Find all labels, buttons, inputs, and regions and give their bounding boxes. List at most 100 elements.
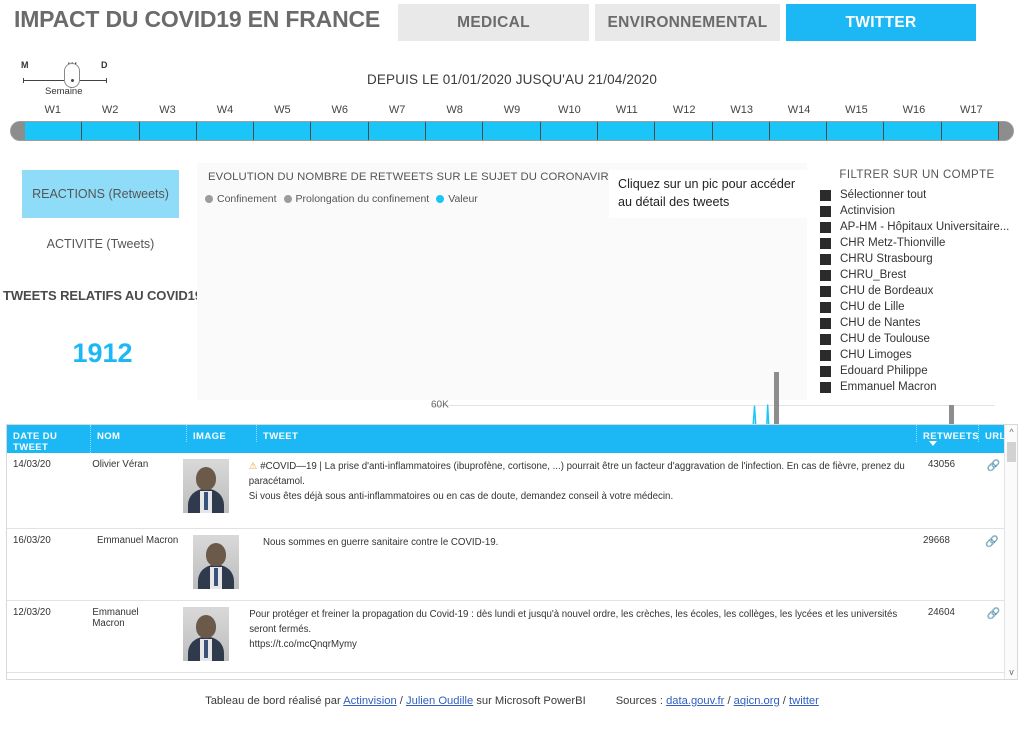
- week-label-w9: W9: [503, 104, 521, 116]
- cell-date: 16/03/20: [13, 535, 51, 546]
- metric-button-activite[interactable]: ACTIVITE (Tweets): [22, 230, 179, 258]
- week-segment-w10[interactable]: [541, 122, 598, 140]
- week-segment-w16[interactable]: [884, 122, 942, 140]
- checkbox-icon[interactable]: [820, 381, 831, 393]
- table-row[interactable]: 12/03/20 Emmanuel Macron Pour protéger et …: [7, 601, 1017, 673]
- scroll-up-icon[interactable]: ^: [1005, 425, 1017, 439]
- checkbox-icon[interactable]: [820, 333, 831, 345]
- filter-item[interactable]: CHU de Bordeaux: [812, 283, 1022, 299]
- checkbox-icon[interactable]: [820, 237, 831, 249]
- checkbox-icon[interactable]: [820, 221, 831, 233]
- filter-item[interactable]: Emmanuel Macron: [812, 379, 1022, 395]
- checkbox-icon[interactable]: [820, 349, 831, 361]
- footer-sources-label: Sources :: [615, 695, 667, 707]
- tweet-text-line-1: Pour protéger et freiner la propagation …: [249, 609, 898, 636]
- footer-link-actinvision[interactable]: Actinvision: [343, 695, 396, 707]
- week-segment-w6[interactable]: [311, 122, 369, 140]
- week-segment-w12[interactable]: [655, 122, 713, 140]
- filter-item-list: Sélectionner tout Actinvision AP-HM - Hôpi…: [812, 187, 1022, 395]
- filter-item[interactable]: CHU de Toulouse: [812, 331, 1022, 347]
- week-segment-w3[interactable]: [140, 122, 197, 140]
- tweet-text-line-1: ⚠ #COVID—19 | La prise d'anti-inflammato…: [248, 461, 905, 488]
- link-icon[interactable]: 🔗: [985, 536, 999, 548]
- checkbox-icon[interactable]: [820, 189, 831, 201]
- table-scrollbar[interactable]: ^ v: [1004, 425, 1017, 679]
- week-slider-handle-left[interactable]: [11, 122, 25, 140]
- tweet-text-line-2: Si vous êtes déjà sous anti-inflammatoir…: [248, 491, 674, 503]
- filter-item[interactable]: CHRU Strasbourg: [812, 251, 1022, 267]
- week-slider[interactable]: [10, 121, 1014, 141]
- column-header-image[interactable]: IMAGE: [187, 425, 257, 442]
- filter-item[interactable]: CHU de Lille: [812, 299, 1022, 315]
- footer-link-twitter[interactable]: twitter: [789, 695, 819, 707]
- checkbox-icon[interactable]: [820, 365, 831, 377]
- week-segment-w2[interactable]: [82, 122, 140, 140]
- week-segment-w15[interactable]: [827, 122, 885, 140]
- week-segment-w8[interactable]: [426, 122, 484, 140]
- checkbox-icon[interactable]: [820, 301, 831, 313]
- table-body: 14/03/20 Olivier Véran ⚠ #COVID—19 | La pr…: [7, 453, 1017, 679]
- tab-twitter[interactable]: TWITTER: [786, 4, 976, 41]
- filter-item[interactable]: CHRU_Brest: [812, 267, 1022, 283]
- week-label-w15: W15: [845, 104, 868, 116]
- filter-item[interactable]: Actinvision: [812, 203, 1022, 219]
- footer-link-aqicn[interactable]: aqicn.org: [734, 695, 780, 707]
- checkbox-icon[interactable]: [820, 285, 831, 297]
- week-segment-w14[interactable]: [770, 122, 828, 140]
- filter-item[interactable]: Edouard Philippe: [812, 363, 1022, 379]
- column-header-nom[interactable]: NOM: [91, 425, 187, 442]
- cell-date: 19/03/20: [7, 673, 87, 679]
- checkbox-icon[interactable]: [820, 317, 831, 329]
- week-segment-w17[interactable]: [942, 122, 1000, 140]
- granularity-label-month: M: [21, 60, 29, 70]
- week-label-w13: W13: [730, 104, 753, 116]
- week-segment-w5[interactable]: [254, 122, 312, 140]
- filter-item[interactable]: CHR Metz-Thionville: [812, 235, 1022, 251]
- week-segment-w11[interactable]: [598, 122, 656, 140]
- filter-item[interactable]: Sélectionner tout: [812, 187, 1022, 203]
- footer-link-julien-oudille[interactable]: Julien Oudille: [406, 695, 473, 707]
- footer-link-datagouvfr[interactable]: data.gouv.fr: [666, 695, 724, 707]
- filter-item[interactable]: CHU Limoges: [812, 347, 1022, 363]
- column-header-date[interactable]: DATE DU TWEET: [7, 425, 91, 453]
- filter-item[interactable]: CHU de Nantes: [812, 315, 1022, 331]
- scrollbar-thumb[interactable]: [1007, 442, 1016, 462]
- cell-retweets: 24604: [927, 607, 955, 618]
- column-header-retweets[interactable]: RETWEETS: [917, 425, 979, 446]
- table-row[interactable]: 19/03/20Emmanuel Macron La crise du COVID…: [7, 673, 1017, 679]
- checkbox-icon[interactable]: [820, 205, 831, 217]
- tab-environnemental[interactable]: ENVIRONNEMENTAL: [595, 4, 780, 41]
- legend-label-prolongation: Prolongation du confinement: [295, 193, 430, 205]
- scroll-down-icon[interactable]: v: [1005, 665, 1017, 679]
- checkbox-icon[interactable]: [820, 269, 831, 281]
- filter-item[interactable]: AP-HM - Hôpitaux Universitaire...: [812, 219, 1022, 235]
- footer-credits: Tableau de bord réalisé par Actinvision …: [0, 695, 1024, 707]
- filter-item-label: CHU de Bordeaux: [840, 285, 934, 297]
- week-label-w11: W11: [615, 104, 638, 116]
- week-segment-w7[interactable]: [369, 122, 427, 140]
- filter-item-label: CHU Limoges: [840, 349, 912, 361]
- cell-nom: Olivier Véran: [92, 459, 149, 470]
- tab-medical[interactable]: MEDICAL: [398, 4, 589, 41]
- table-row[interactable]: 16/03/20 Emmanuel Macron Nous sommes en gu…: [7, 529, 1017, 601]
- column-header-tweet[interactable]: TWEET: [257, 425, 917, 442]
- week-segment-w1[interactable]: [25, 122, 83, 140]
- date-range-text: DEPUIS LE 01/01/2020 JUSQU'AU 21/04/2020: [367, 72, 657, 87]
- week-segment-w4[interactable]: [197, 122, 255, 140]
- sort-descending-icon: [929, 441, 937, 446]
- cell-image: [177, 601, 243, 672]
- week-slider-handle-right[interactable]: [999, 122, 1013, 140]
- week-segment-w13[interactable]: [713, 122, 770, 140]
- filter-panel-title: FILTRER SUR UN COMPTE: [839, 169, 995, 181]
- week-segment-w9[interactable]: [483, 122, 541, 140]
- avatar: [193, 535, 239, 589]
- link-icon[interactable]: 🔗: [987, 608, 1001, 620]
- table-header-row: DATE DU TWEET NOM IMAGE TWEET RETWEETS U…: [7, 425, 1017, 453]
- cell-nom: Emmanuel Macron: [92, 607, 139, 629]
- table-row[interactable]: 14/03/20 Olivier Véran ⚠ #COVID—19 | La pr…: [7, 453, 1017, 529]
- metric-button-reactions[interactable]: REACTIONS (Retweets): [22, 170, 179, 218]
- week-label-w5: W5: [274, 104, 291, 116]
- checkbox-icon[interactable]: [820, 253, 831, 265]
- filter-item-label: Edouard Philippe: [840, 365, 928, 377]
- link-icon[interactable]: 🔗: [987, 460, 1001, 472]
